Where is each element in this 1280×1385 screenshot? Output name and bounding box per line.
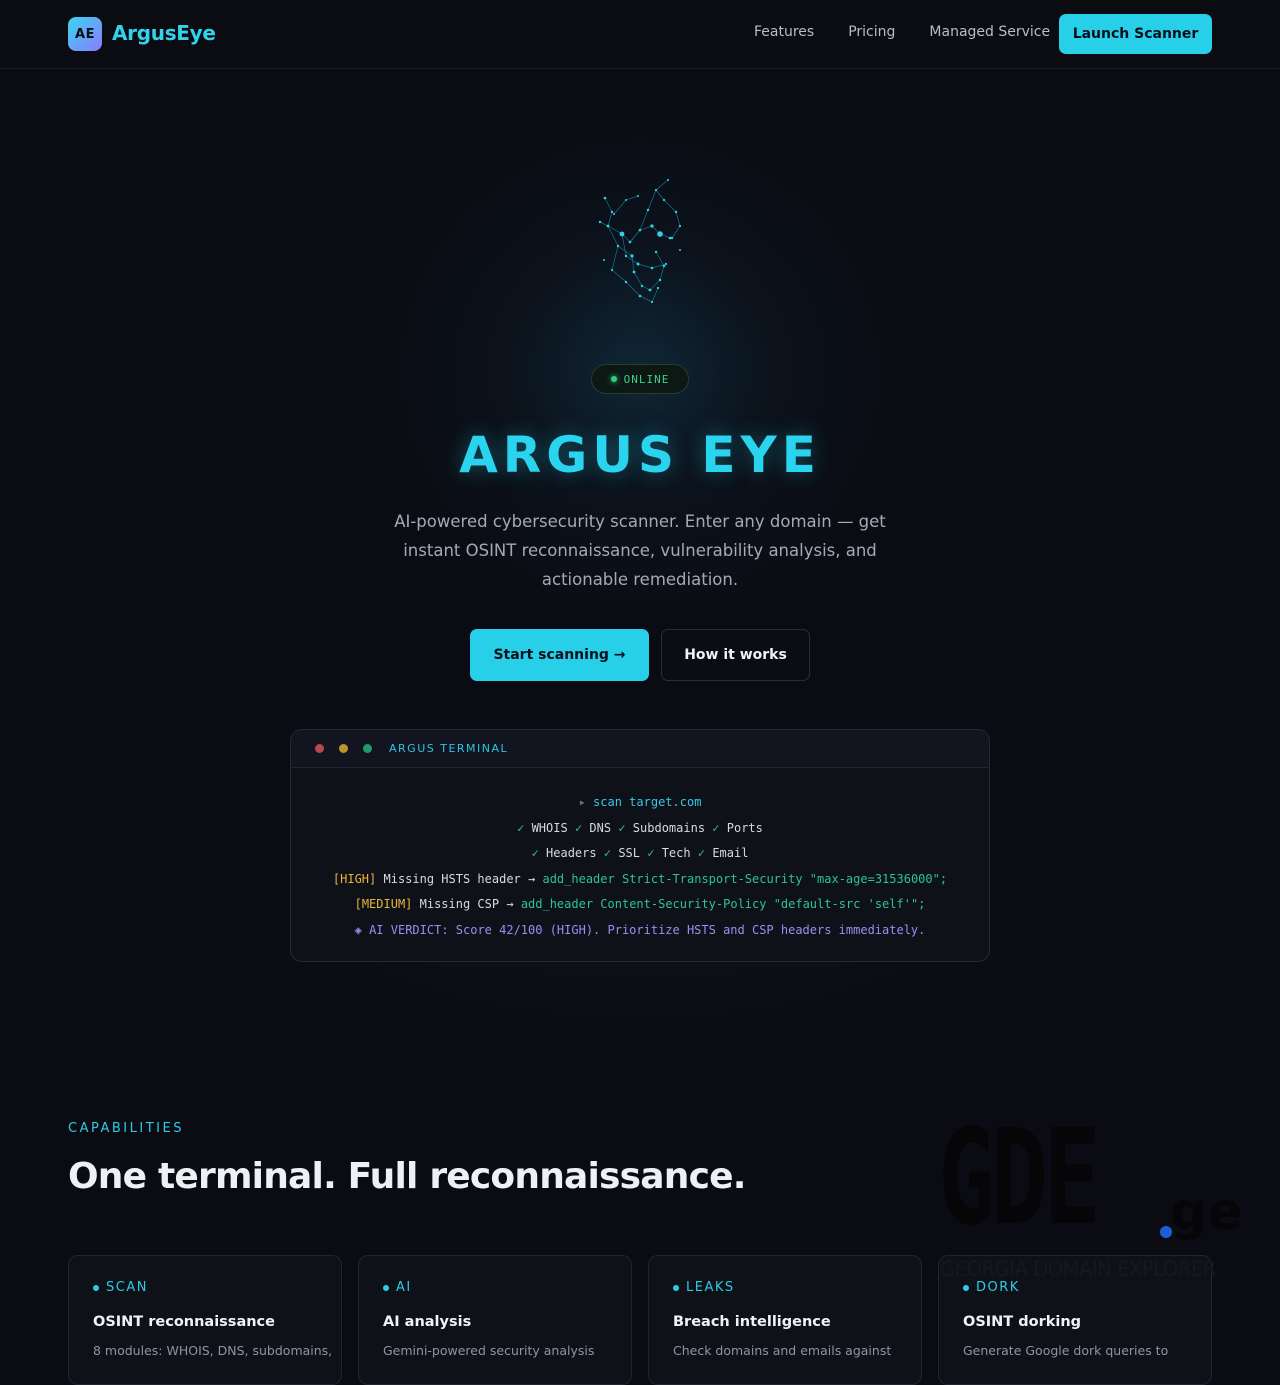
card-tag-label: SCAN xyxy=(106,1280,148,1295)
hero-subtitle: AI-powered cybersecurity scanner. Enter … xyxy=(394,512,886,589)
launch-scanner-button[interactable]: Launch Scanner xyxy=(1059,14,1212,54)
terminal-output: ▸ scan target.com ✓ WHOIS ✓ DNS ✓ Subdom… xyxy=(291,768,989,944)
ai-verdict-text: AI VERDICT: Score 42/100 (HIGH). Priorit… xyxy=(369,922,926,937)
check-item: SSL xyxy=(618,846,640,861)
terminal-title: ARGUS TERMINAL xyxy=(389,742,509,755)
card-tag-label: DORK xyxy=(976,1280,1020,1295)
prompt-icon: ▸ xyxy=(578,795,586,809)
nav-link-features[interactable]: Features xyxy=(754,24,814,40)
check-item: WHOIS xyxy=(531,820,568,835)
check-icon: ✓ xyxy=(531,846,539,861)
card-description: 8 modules: WHOIS, DNS, subdomains, xyxy=(93,1343,333,1358)
card-tag: LEAKS xyxy=(673,1280,735,1295)
check-icon: ✓ xyxy=(517,820,525,835)
window-minimize-dot-icon xyxy=(339,744,348,753)
check-item: Subdomains xyxy=(632,820,706,835)
capability-card-ai[interactable]: AI AI analysis Gemini-powered security a… xyxy=(358,1255,632,1385)
arrow-icon: → xyxy=(528,871,536,886)
nav-links: Features Pricing Managed Service xyxy=(754,24,1084,40)
terminal-command: scan target.com xyxy=(593,795,702,809)
tag-dot-icon xyxy=(93,1284,99,1291)
hero-title: ARGUS EYE xyxy=(459,426,821,484)
terminal-titlebar: ARGUS TERMINAL xyxy=(291,730,989,768)
terminal-checks-line-1: ✓ WHOIS ✓ DNS ✓ Subdomains ✓ Ports xyxy=(291,816,989,842)
check-item: Tech xyxy=(661,846,691,861)
check-icon: ✓ xyxy=(618,820,626,835)
card-description: Gemini-powered security analysis xyxy=(383,1343,595,1358)
card-description: Check domains and emails against xyxy=(673,1343,892,1358)
logo-text[interactable]: ArgusEye xyxy=(112,21,216,45)
logo-badge[interactable]: AE xyxy=(68,17,102,51)
window-maximize-dot-icon xyxy=(363,744,372,753)
terminal-finding-medium: [MEDIUM] Missing CSP → add_header Conten… xyxy=(291,892,989,918)
terminal-command-line: ▸ scan target.com xyxy=(291,790,989,816)
check-icon: ✓ xyxy=(603,846,612,861)
capabilities-label: CAPABILITIES xyxy=(68,1121,184,1136)
finding-issue: Missing CSP xyxy=(419,897,500,912)
start-scanning-button[interactable]: Start scanning → xyxy=(470,629,649,681)
card-tag-label: AI xyxy=(396,1280,412,1295)
check-icon: ✓ xyxy=(574,820,583,835)
capability-card-scan[interactable]: SCAN OSINT reconnaissance 8 modules: WHO… xyxy=(68,1255,342,1385)
terminal-checks-line-2: ✓ Headers ✓ SSL ✓ Tech ✓ Email xyxy=(291,841,989,867)
eye-constellation-graphic xyxy=(598,179,682,304)
severity-label: [MEDIUM] xyxy=(354,897,413,912)
card-tag: DORK xyxy=(963,1280,1020,1295)
fix-argument: Content-Security-Policy "default-src 'se… xyxy=(600,897,926,912)
capability-card-leaks[interactable]: LEAKS Breach intelligence Check domains … xyxy=(648,1255,922,1385)
tag-dot-icon xyxy=(383,1284,389,1291)
check-item: DNS xyxy=(589,820,612,835)
tag-dot-icon xyxy=(963,1284,969,1291)
check-item: Headers xyxy=(546,846,597,861)
terminal-window: ARGUS TERMINAL ▸ scan target.com ✓ WHOIS… xyxy=(290,729,990,962)
fix-command: add_header xyxy=(520,897,594,912)
card-description: Generate Google dork queries to xyxy=(963,1343,1169,1358)
check-item: Ports xyxy=(726,820,763,835)
check-item: Email xyxy=(712,846,749,861)
check-icon: ✓ xyxy=(697,846,706,861)
fix-command: add_header xyxy=(542,871,615,886)
card-tag: AI xyxy=(383,1280,412,1295)
capability-card-dork[interactable]: DORK OSINT dorking Generate Google dork … xyxy=(938,1255,1212,1385)
ai-diamond-icon: ◈ xyxy=(354,922,362,937)
card-title: Breach intelligence xyxy=(673,1314,831,1330)
watermark-dot-icon xyxy=(1160,1226,1172,1238)
arrow-icon: → xyxy=(506,897,514,912)
watermark-main-text: GDE xyxy=(938,1101,1101,1255)
how-it-works-button[interactable]: How it works xyxy=(661,629,810,681)
card-tag-label: LEAKS xyxy=(686,1280,735,1295)
check-icon: ✓ xyxy=(647,846,655,861)
finding-issue: Missing HSTS header xyxy=(383,871,521,886)
window-close-dot-icon xyxy=(315,744,324,753)
status-text: ONLINE xyxy=(623,372,670,386)
nav-link-pricing[interactable]: Pricing xyxy=(848,24,895,40)
terminal-finding-high: [HIGH] Missing HSTS header → add_header … xyxy=(291,867,989,893)
capabilities-title: One terminal. Full reconnaissance. xyxy=(68,1156,746,1197)
terminal-ai-verdict: ◈ AI VERDICT: Score 42/100 (HIGH). Prior… xyxy=(291,918,989,944)
check-icon: ✓ xyxy=(712,820,720,835)
card-tag: SCAN xyxy=(93,1280,148,1295)
severity-label: [HIGH] xyxy=(332,871,377,886)
status-dot-icon xyxy=(610,376,617,382)
tag-dot-icon xyxy=(673,1284,679,1291)
card-title: AI analysis xyxy=(383,1314,472,1330)
card-title: OSINT reconnaissance xyxy=(93,1314,275,1330)
fix-argument: Strict-Transport-Security "max-age=31536… xyxy=(621,871,948,886)
watermark-suffix: ge xyxy=(1170,1182,1243,1242)
nav-link-managed-service[interactable]: Managed Service xyxy=(929,24,1050,40)
card-title: OSINT dorking xyxy=(963,1314,1082,1330)
top-navbar: AE ArgusEye Features Pricing Managed Ser… xyxy=(0,0,1280,69)
status-badge: ONLINE xyxy=(591,364,689,394)
